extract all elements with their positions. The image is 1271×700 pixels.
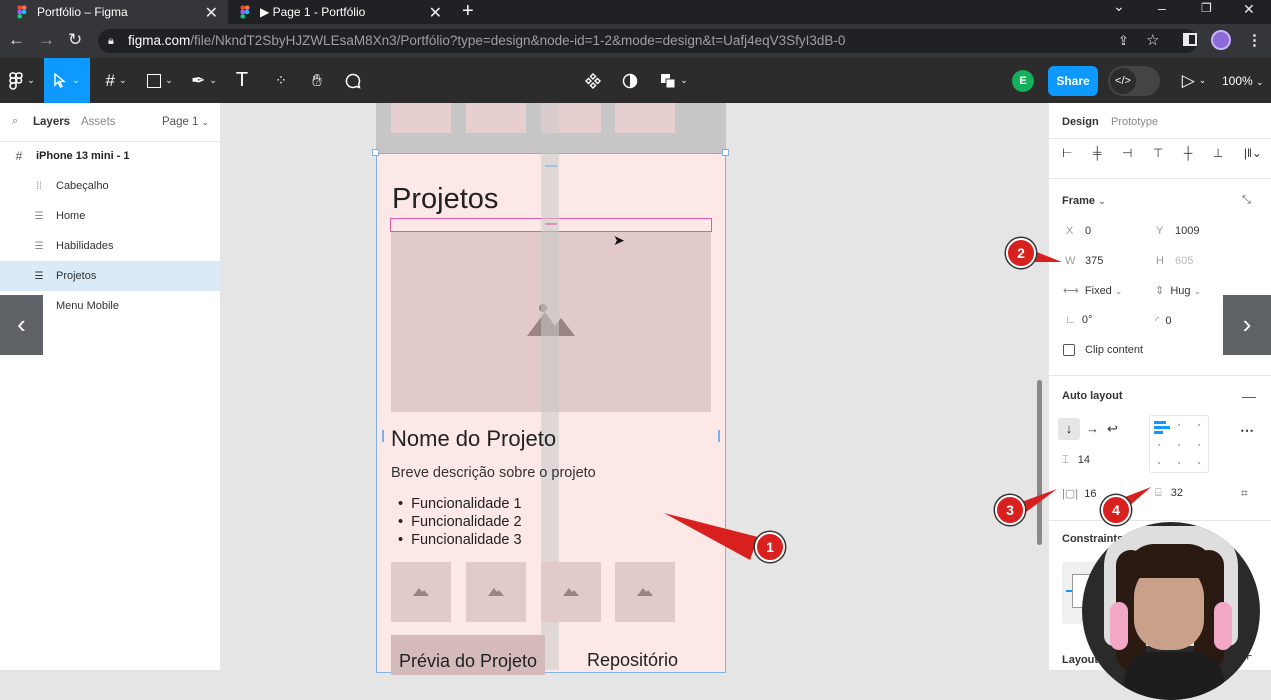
callout-badge-1: 1 [755,532,785,562]
webcam-overlay [1082,522,1260,700]
headphones-icon [1110,602,1128,650]
callout-badge-3: 3 [995,495,1025,525]
callout-badge-4: 4 [1101,495,1131,525]
callout-arrow-1 [664,513,758,560]
callout-arrows [664,247,1151,560]
callout-badge-2: 2 [1006,238,1036,268]
